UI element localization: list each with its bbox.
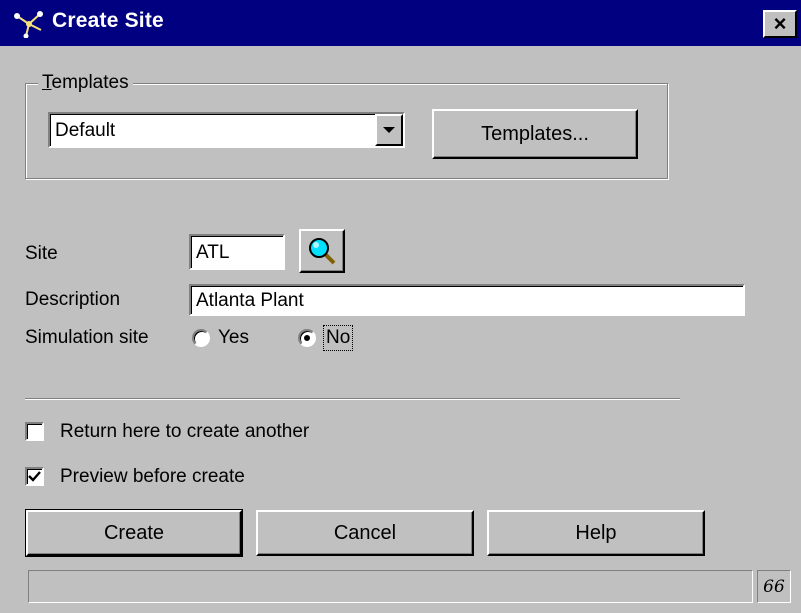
window-title: Create Site — [52, 9, 164, 32]
status-indicator: 66 — [757, 570, 791, 603]
description-label: Description — [25, 289, 121, 310]
close-icon: × — [773, 11, 787, 36]
template-select[interactable]: Default — [48, 112, 405, 148]
site-lookup-button[interactable] — [299, 229, 345, 273]
templates-group-legend: Templates — [38, 72, 133, 94]
site-label: Site — [25, 243, 58, 264]
legend-mnemonic: T — [42, 72, 52, 93]
description-input-value: Atlanta Plant — [196, 289, 304, 311]
status-bar — [28, 570, 753, 603]
return-here-label[interactable]: Return here to create another — [60, 421, 309, 443]
magnifier-icon — [309, 238, 336, 265]
description-input[interactable]: Atlanta Plant — [189, 284, 745, 316]
status-indicator-icon: 66 — [763, 576, 785, 597]
create-button[interactable]: Create — [25, 509, 243, 557]
help-button[interactable]: Help — [487, 510, 705, 556]
dropdown-arrow-button[interactable] — [375, 114, 403, 146]
site-input[interactable]: ATL — [189, 234, 285, 270]
radio-selected-dot — [304, 335, 310, 341]
radio-no-circle — [298, 329, 316, 347]
separator — [25, 398, 680, 400]
checkmark-icon — [28, 471, 41, 482]
close-button[interactable]: × — [763, 10, 797, 38]
plant-network-icon — [14, 11, 43, 38]
template-select-value: Default — [55, 119, 116, 141]
preview-label[interactable]: Preview before create — [60, 466, 245, 488]
simulation-site-label: Simulation site — [25, 327, 149, 348]
preview-checkbox[interactable] — [25, 467, 44, 486]
cancel-button[interactable]: Cancel — [256, 510, 474, 556]
simulation-no-radio[interactable] — [298, 329, 316, 347]
templates-button[interactable]: Templates... — [432, 109, 638, 159]
site-input-value: ATL — [196, 241, 230, 263]
radio-yes-circle — [192, 329, 210, 347]
simulation-no-label[interactable]: No — [322, 325, 354, 351]
simulation-yes-label[interactable]: Yes — [218, 327, 249, 349]
chevron-down-icon — [383, 127, 395, 133]
return-here-checkbox[interactable] — [25, 422, 44, 441]
legend-text: emplates — [51, 72, 129, 93]
simulation-yes-radio[interactable] — [192, 329, 210, 347]
